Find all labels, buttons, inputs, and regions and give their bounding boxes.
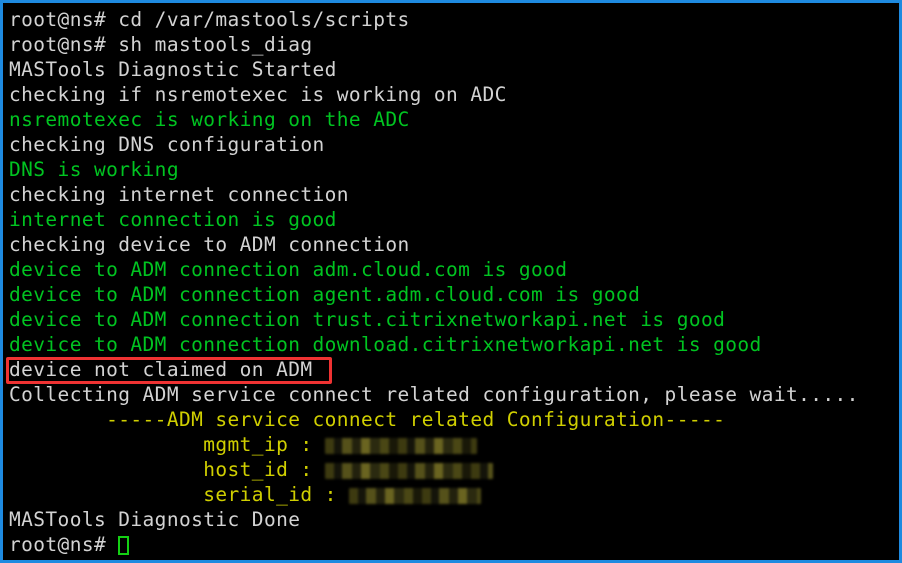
terminal-line-dns-ok: DNS is working — [9, 158, 179, 181]
terminal-output-area[interactable]: root@ns# cd /var/mastools/scripts root@n… — [3, 3, 899, 560]
config-value-serial-id-redacted — [348, 488, 481, 504]
terminal-line-prompt[interactable]: root@ns# — [9, 532, 899, 557]
config-separator-mgmt-ip: : — [300, 433, 313, 456]
terminal-line-nsremotexec-ok: nsremotexec is working on the ADC — [9, 108, 410, 131]
terminal-line-command-sh: root@ns# sh mastools_diag — [9, 33, 313, 56]
config-label-host-id: host_id — [203, 458, 289, 481]
terminal-line-check-internet: checking internet connection — [9, 183, 349, 206]
config-indent-mgmt — [9, 433, 203, 456]
config-label-mgmt-ip: mgmt_ip — [203, 433, 289, 456]
terminal-line-config-heading: -----ADM service connect related Configu… — [9, 408, 726, 431]
terminal-line-internet-ok: internet connection is good — [9, 208, 337, 231]
config-indent-serial — [9, 483, 203, 506]
block-cursor-icon — [118, 536, 130, 555]
config-separator-host-id: : — [300, 458, 313, 481]
terminal-line-check-adm: checking device to ADM connection — [9, 233, 410, 256]
config-indent-host — [9, 458, 203, 481]
terminal-line-download-api-ok: device to ADM connection download.citrix… — [9, 333, 762, 356]
terminal-line-collecting-config: Collecting ADM service connect related c… — [9, 383, 859, 406]
shell-prompt: root@ns# — [9, 533, 119, 556]
config-separator-serial-id: : — [324, 483, 337, 506]
config-value-mgmt-ip-redacted — [324, 438, 477, 454]
terminal-line-device-not-claimed: device not claimed on ADM — [9, 358, 313, 381]
terminal-line-command-cd: root@ns# cd /var/mastools/scripts — [9, 8, 410, 31]
config-label-serial-id: serial_id — [203, 483, 313, 506]
terminal-window[interactable]: root@ns# cd /var/mastools/scripts root@n… — [0, 0, 902, 563]
terminal-line-host-id: host_id : — [9, 457, 899, 482]
terminal-line-mgmt-ip: mgmt_ip : — [9, 432, 899, 457]
terminal-line-check-dns: checking DNS configuration — [9, 133, 325, 156]
terminal-line-adm-cloud-ok: device to ADM connection adm.cloud.com i… — [9, 258, 568, 281]
terminal-line-agent-adm-ok: device to ADM connection agent.adm.cloud… — [9, 283, 641, 306]
config-value-host-id-redacted — [324, 463, 493, 479]
terminal-line-diag-done: MASTools Diagnostic Done — [9, 508, 301, 531]
terminal-line-check-nsremotexec: checking if nsremotexec is working on AD… — [9, 83, 507, 106]
terminal-line-trust-api-ok: device to ADM connection trust.citrixnet… — [9, 308, 726, 331]
terminal-line-serial-id: serial_id : — [9, 482, 899, 507]
terminal-line-diag-started: MASTools Diagnostic Started — [9, 58, 337, 81]
